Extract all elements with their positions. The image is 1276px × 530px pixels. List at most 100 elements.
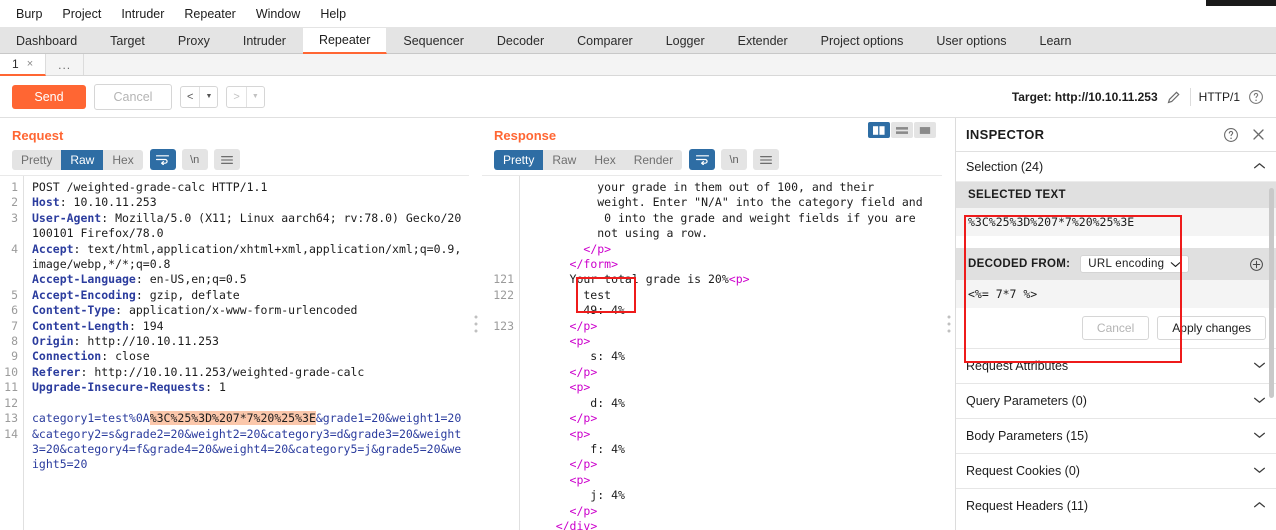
divider: [1189, 87, 1191, 106]
pencil-icon[interactable]: [1166, 89, 1182, 105]
single-pane-icon[interactable]: [914, 122, 936, 138]
close-icon[interactable]: ×: [27, 58, 33, 70]
request-response-splitter[interactable]: [469, 118, 482, 530]
chevron-down-icon[interactable]: ▼: [200, 93, 217, 100]
section-label: Request Cookies (0): [966, 464, 1080, 478]
response-view-pretty[interactable]: Pretty: [494, 149, 544, 170]
send-button[interactable]: Send: [12, 84, 86, 109]
section-label: Body Parameters (15): [966, 429, 1089, 443]
request-pane: Request Pretty Raw Hex \n 1 2 3 4 5 6 7 …: [0, 118, 469, 530]
window-titlebar-remnant: [1206, 0, 1276, 6]
inspector-header: INSPECTOR: [956, 118, 1276, 152]
newline-toggle[interactable]: \n: [181, 149, 208, 170]
plus-circle-icon[interactable]: [1249, 257, 1264, 272]
inspector-selection-section-header[interactable]: Selection (24): [956, 152, 1276, 182]
inspector-section-request-cookies[interactable]: Request Cookies (0): [956, 453, 1276, 488]
decoded-value[interactable]: <%= 7*7 %>: [956, 280, 1276, 308]
question-circle-icon[interactable]: [1223, 127, 1239, 143]
chevron-down-icon[interactable]: [1253, 395, 1266, 407]
hamburger-icon[interactable]: [753, 149, 780, 170]
tab-project-options[interactable]: Project options: [805, 28, 921, 53]
tab-extender[interactable]: Extender: [722, 28, 805, 53]
back-button[interactable]: < ▼: [180, 85, 219, 108]
inspector-section-request-headers[interactable]: Request Headers (11): [956, 488, 1276, 523]
forward-button[interactable]: > ▼: [226, 85, 265, 108]
target-label: Target: http://10.10.11.253: [1011, 89, 1158, 104]
tab-logger[interactable]: Logger: [650, 28, 722, 53]
menu-item-help[interactable]: Help: [310, 4, 356, 24]
inspector-cancel-button[interactable]: Cancel: [1081, 316, 1150, 340]
split-horizontal-icon[interactable]: [891, 122, 913, 138]
request-view-raw[interactable]: Raw: [61, 149, 104, 170]
menu-item-repeater[interactable]: Repeater: [174, 4, 245, 24]
chevron-down-icon[interactable]: [1253, 430, 1266, 442]
request-editor[interactable]: 1 2 3 4 5 6 7 8 9 10 11 12 13 14 POST /w…: [0, 175, 469, 530]
selected-text-block: SELECTED TEXT %3C%25%3D%207*7%20%25%3E D…: [956, 182, 1276, 308]
response-view-render[interactable]: Render: [624, 149, 683, 170]
hamburger-icon[interactable]: [213, 149, 240, 170]
response-inspector-splitter[interactable]: [942, 118, 955, 530]
menu-item-burp[interactable]: Burp: [6, 4, 52, 24]
inspector-section-query-parameters[interactable]: Query Parameters (0): [956, 383, 1276, 418]
section-label: Request Attributes: [966, 359, 1069, 373]
selected-text-label: SELECTED TEXT: [956, 182, 1276, 208]
menu-bar: Burp Project Intruder Repeater Window He…: [0, 0, 1276, 28]
request-view-toolbar: Pretty Raw Hex \n: [0, 149, 469, 175]
main-tab-strip: Dashboard Target Proxy Intruder Repeater…: [0, 28, 1276, 54]
split-vertical-icon[interactable]: [868, 122, 890, 138]
response-view-raw[interactable]: Raw: [543, 149, 586, 170]
apply-changes-button[interactable]: Apply changes: [1157, 316, 1266, 340]
tab-target[interactable]: Target: [94, 28, 162, 53]
cancel-button[interactable]: Cancel: [94, 83, 172, 110]
request-view-hex[interactable]: Hex: [103, 149, 143, 170]
chevron-down-icon[interactable]: [1253, 360, 1266, 372]
newline-toggle[interactable]: \n: [721, 149, 748, 170]
menu-item-project[interactable]: Project: [52, 4, 111, 24]
chevron-up-icon[interactable]: [1253, 500, 1266, 512]
menu-item-window[interactable]: Window: [246, 4, 310, 24]
decoded-from-select[interactable]: URL encoding: [1080, 255, 1190, 273]
close-icon[interactable]: [1251, 127, 1266, 142]
word-wrap-icon[interactable]: [149, 149, 176, 170]
http-version-label[interactable]: HTTP/1: [1199, 90, 1240, 104]
tab-sequencer[interactable]: Sequencer: [387, 28, 481, 53]
tab-intruder[interactable]: Intruder: [227, 28, 303, 53]
request-view-mode-group: Pretty Raw Hex: [12, 149, 143, 170]
section-label: Request Headers (11): [966, 499, 1089, 513]
decoded-from-label: DECODED FROM:: [968, 258, 1071, 270]
inspector-section-request-attributes[interactable]: Request Attributes: [956, 348, 1276, 383]
tab-user-options[interactable]: User options: [920, 28, 1024, 53]
repeater-tab-1[interactable]: 1 ×: [0, 54, 47, 76]
question-circle-icon[interactable]: [1248, 89, 1264, 105]
request-view-pretty[interactable]: Pretty: [12, 149, 62, 170]
request-body-prefix: category1=test%0A: [32, 411, 150, 426]
chevron-up-icon[interactable]: [1253, 161, 1266, 173]
request-body-text[interactable]: POST /weighted-grade-calc HTTP/1.1 Host:…: [24, 176, 469, 530]
tab-decoder[interactable]: Decoder: [481, 28, 562, 53]
chevron-down-icon[interactable]: ▼: [247, 93, 264, 100]
inspector-panel: INSPECTOR Selection (24) SELECTED TEXT %…: [955, 118, 1276, 530]
tab-comparer[interactable]: Comparer: [561, 28, 650, 53]
inspector-selection-label: Selection (24): [966, 159, 1044, 174]
burp-suite-window: Burp Project Intruder Repeater Window He…: [0, 0, 1276, 530]
selected-text-value[interactable]: %3C%25%3D%207*7%20%25%3E: [956, 208, 1276, 236]
drag-handle-icon[interactable]: [474, 315, 477, 333]
response-panel-title: Response: [494, 128, 557, 143]
inspector-section-body-parameters[interactable]: Body Parameters (15): [956, 418, 1276, 453]
menu-item-intruder[interactable]: Intruder: [111, 4, 174, 24]
response-body-text[interactable]: your grade in them out of 100, and their…: [520, 176, 942, 530]
repeater-tab-add[interactable]: ...: [46, 54, 85, 75]
request-body-selection[interactable]: %3C%25%3D%207*7%20%25%3E: [149, 411, 316, 426]
chevron-down-icon[interactable]: [1253, 465, 1266, 477]
tab-repeater[interactable]: Repeater: [302, 28, 388, 54]
inspector-scrollbar[interactable]: [1269, 188, 1274, 398]
response-view-mode-group: Pretty Raw Hex Render: [494, 149, 683, 170]
response-editor[interactable]: 121 122 123 your grade in them out of 10…: [482, 175, 942, 530]
response-view-hex[interactable]: Hex: [585, 149, 625, 170]
tab-dashboard[interactable]: Dashboard: [0, 28, 95, 53]
chevron-left-icon: <: [187, 90, 194, 103]
word-wrap-icon[interactable]: [689, 149, 716, 170]
tab-learn[interactable]: Learn: [1024, 28, 1089, 53]
tab-proxy[interactable]: Proxy: [162, 28, 227, 53]
drag-handle-icon[interactable]: [947, 315, 950, 333]
